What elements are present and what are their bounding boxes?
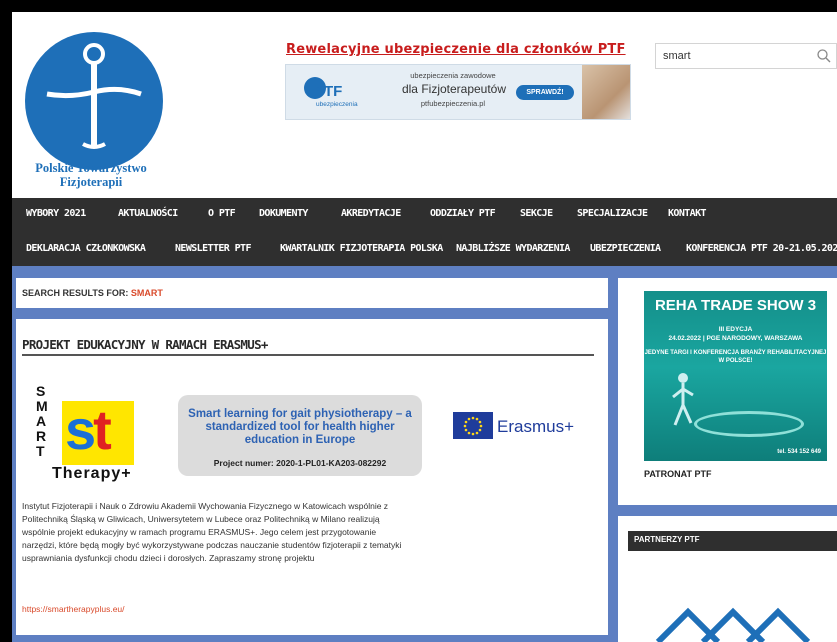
post-title[interactable]: PROJEKT EDUKACYJNY W RAMACH ERASMUS+ [22,337,268,352]
btl-partner-logo[interactable] [648,594,818,642]
nav-item-wybory[interactable]: WYBORY 2021 [26,208,86,219]
smart-letter: A [36,413,47,429]
nav-item-dokumenty[interactable]: DOKUMENTY [259,208,308,219]
nav-item-aktualnosci[interactable]: AKTUALNOŚCI [118,208,178,219]
reha-edition: III EDYCJA [718,326,753,333]
smart-letter: M [36,398,48,414]
browser-viewport: Polskie Towarzystwo Fizjoterapii Rewelac… [12,12,837,642]
nav-item-o-ptf[interactable]: O PTF [208,208,236,219]
sidebar-partners-widget: PARTNERZY PTF [618,516,837,642]
project-link[interactable]: https://smartherapyplus.eu/ [22,604,125,614]
smart-letter: S [36,383,46,399]
post-title-divider [22,354,594,356]
search-results-title: SEARCH RESULTS FOR: SMART [22,288,163,298]
stadium-graphic [694,411,804,437]
st-mark-s: s [65,398,96,461]
st-mark-t: t [93,398,112,461]
banner-line2: dla Fizjoterapeutów [401,82,507,96]
logo-org-line2: Fizjoterapii [59,175,123,189]
erasmus-label: Erasmus+ [497,417,574,436]
search-result-post: PROJEKT EDUKACYJNY W RAMACH ERASMUS+ S M… [16,319,608,635]
st-mark: st [65,397,112,462]
nav-item-akredytacje[interactable]: AKREDYTACJE [341,208,401,219]
sidebar-patronat-widget: REHA TRADE SHOW 3 III EDYCJA 24.02.2022 … [618,278,837,505]
site-logo[interactable]: Polskie Towarzystwo Fizjoterapii [16,32,166,192]
smart-therapy-logo: S M A R T st Therapy+ [32,384,182,484]
partners-label: PARTNERZY PTF [634,535,700,544]
project-title: Smart learning for gait physiotherapy – … [188,408,412,446]
banner-brand: PTF [314,83,343,100]
smart-vertical-letters: S M A R T [36,384,50,459]
therapy-plus-text: Therapy+ [52,465,132,482]
reha-date: 24.02.2022 | PGE NARODOWY, WARSZAWA [668,335,803,342]
logo-org-name: Polskie Towarzystwo Fizjoterapii [16,161,166,189]
nav-item-oddzialy[interactable]: ODDZIAŁY PTF [430,208,496,219]
search-results-header: SEARCH RESULTS FOR: SMART [16,278,608,308]
insurance-promo-link[interactable]: Rewelacyjne ubezpieczenie dla członków P… [286,42,626,57]
nav-item-ubezpieczenia[interactable]: UBEZPIECZENIA [590,243,661,254]
patronat-label: PATRONAT PTF [644,469,712,479]
banner-photo [582,65,630,119]
search-input[interactable] [656,44,806,68]
ptf-insurance-logo: PTF ubezpieczenia [300,75,360,113]
project-number: Project numer: 2020-1-PL01-KA203-082292 [213,458,387,468]
nav-item-specjalizacje[interactable]: SPECJALIZACJE [577,208,648,219]
project-info-box: Smart learning for gait physiotherapy – … [178,395,422,476]
nav-item-sekcje[interactable]: SEKCJE [520,208,553,219]
search-results-query: SMART [130,288,163,298]
reha-trade-show-ad[interactable]: REHA TRADE SHOW 3 III EDYCJA 24.02.2022 … [644,291,827,461]
banner-brand-sub: ubezpieczenia [316,101,358,108]
insurance-banner[interactable]: PTF ubezpieczenia ubezpieczenia zawodowe… [285,64,631,120]
nav-item-kwartalnik[interactable]: KWARTALNIK FIZJOTERAPIA POLSKA [280,243,443,254]
logo-emblem [25,32,163,170]
reha-phone: tel. 534 152 649 [777,449,821,455]
nav-item-kontakt[interactable]: KONTAKT [668,208,707,219]
logo-figure-icon [46,43,142,149]
smart-letter: R [36,428,47,444]
banner-cta-button[interactable]: SPRAWDŹ! [516,85,574,100]
banner-line1: ubezpieczenia zawodowe [410,71,496,80]
reha-edition-block: III EDYCJA 24.02.2022 | PGE NARODOWY, WA… [644,325,827,343]
erasmus-logo: Erasmus+ [453,412,603,442]
nav-item-konferencja[interactable]: KONFERENCJA PTF 20-21.05.2022 [686,243,837,254]
nav-item-deklaracja[interactable]: DEKLARACJA CZŁONKOWSKA [26,243,146,254]
partners-header: PARTNERZY PTF [628,531,837,551]
logo-org-line1: Polskie Towarzystwo [35,161,147,175]
main-navigation: WYBORY 2021 AKTUALNOŚCI O PTF DOKUMENTY … [12,198,837,266]
smart-letter: T [36,443,45,459]
eu-flag-icon [453,412,493,439]
reha-brand: REHA TRADE SHOW 3 [654,297,817,314]
post-excerpt: Instytut Fizjoterapii i Nauk o Zdrowiu A… [22,501,402,563]
search-results-prefix: SEARCH RESULTS FOR: [22,288,131,298]
banner-line3: ptfubezpieczenia.pl [420,99,486,108]
reha-slogan: JEDYNE TARGI I KONFERENCJA BRANŻY REHABI… [644,350,827,364]
search-icon[interactable] [816,48,832,64]
nav-item-newsletter[interactable]: NEWSLETTER PTF [175,243,251,254]
site-search [655,43,837,69]
nav-item-wydarzenia[interactable]: NAJBLIŻSZE WYDARZENIA [456,243,570,254]
